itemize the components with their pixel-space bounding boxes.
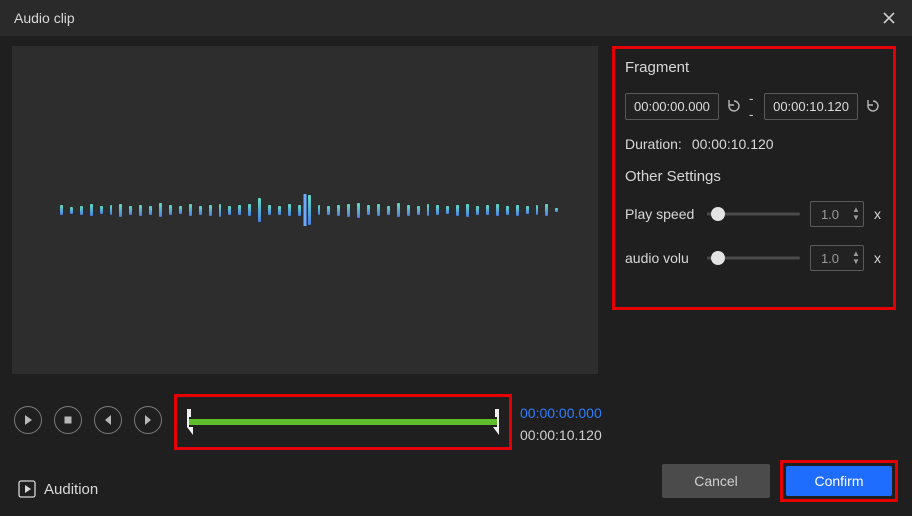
fragment-end-reset-button[interactable]: [865, 97, 881, 115]
time-readouts: 00:00:00.000 00:00:10.120: [520, 402, 602, 446]
other-settings-heading: Other Settings: [625, 168, 881, 185]
dialog-body: Fragment 00:00:00.000 -- 00:00:10.120 Du…: [0, 36, 912, 516]
stepper-icon[interactable]: ▲▼: [849, 250, 863, 266]
confirm-label: Confirm: [814, 473, 863, 489]
audio-volume-slider[interactable]: [707, 250, 800, 266]
duration-label: Duration:: [625, 136, 682, 152]
audio-volume-label: audio volu: [625, 250, 697, 266]
fragment-end-value: 00:00:10.120: [773, 99, 849, 114]
step-back-icon: [102, 414, 114, 426]
total-time: 00:00:10.120: [520, 424, 602, 446]
audio-volume-value: 1.0: [811, 251, 849, 266]
dialog-buttons: Cancel Confirm: [662, 460, 898, 502]
close-icon: [881, 10, 897, 26]
fragment-start-value: 00:00:00.000: [634, 99, 710, 114]
audition-button[interactable]: Audition: [18, 480, 98, 498]
stop-button[interactable]: [54, 406, 82, 434]
audition-label: Audition: [44, 481, 98, 498]
fragment-start-field[interactable]: 00:00:00.000: [625, 93, 719, 120]
fragment-range-row: 00:00:00.000 -- 00:00:10.120: [625, 90, 881, 122]
trim-handle-end[interactable]: [493, 409, 503, 435]
play-speed-slider[interactable]: [707, 206, 800, 222]
play-speed-row: Play speed 1.0 ▲▼ x: [625, 201, 881, 227]
handle-left-icon: [183, 409, 193, 435]
step-back-button[interactable]: [94, 406, 122, 434]
refresh-icon: [865, 98, 881, 114]
audio-volume-suffix: x: [874, 250, 881, 266]
confirm-highlight: Confirm: [780, 460, 898, 502]
waveform-bars: [60, 46, 558, 374]
step-forward-button[interactable]: [134, 406, 162, 434]
waveform-panel[interactable]: [12, 46, 598, 374]
audio-volume-row: audio volu 1.0 ▲▼ x: [625, 245, 881, 271]
fragment-start-reset-button[interactable]: [726, 97, 742, 115]
settings-panel: Fragment 00:00:00.000 -- 00:00:10.120 Du…: [612, 46, 896, 310]
audio-volume-input[interactable]: 1.0 ▲▼: [810, 245, 864, 271]
play-speed-value: 1.0: [811, 207, 849, 222]
cancel-label: Cancel: [694, 473, 738, 489]
play-button[interactable]: [14, 406, 42, 434]
stepper-icon[interactable]: ▲▼: [849, 206, 863, 222]
timeline-trim[interactable]: [174, 394, 512, 450]
trim-track: [187, 419, 499, 425]
play-icon: [22, 414, 34, 426]
close-button[interactable]: [880, 9, 898, 27]
fragment-end-field[interactable]: 00:00:10.120: [764, 93, 858, 120]
range-separator: --: [749, 90, 757, 122]
fragment-heading: Fragment: [625, 59, 881, 76]
play-speed-input[interactable]: 1.0 ▲▼: [810, 201, 864, 227]
step-forward-icon: [142, 414, 154, 426]
confirm-button[interactable]: Confirm: [786, 466, 892, 496]
transport-controls: [14, 406, 162, 434]
play-speed-suffix: x: [874, 206, 881, 222]
audition-play-icon: [18, 480, 36, 498]
trim-handle-start[interactable]: [183, 409, 193, 435]
refresh-icon: [726, 98, 742, 114]
title-bar: Audio clip: [0, 0, 912, 36]
current-time: 00:00:00.000: [520, 402, 602, 424]
handle-right-icon: [493, 409, 503, 435]
stop-icon: [62, 414, 74, 426]
waveform-display: [60, 46, 558, 374]
dialog-title: Audio clip: [14, 10, 75, 26]
play-speed-label: Play speed: [625, 206, 697, 222]
cancel-button[interactable]: Cancel: [662, 464, 770, 498]
duration-row: Duration: 00:00:10.120: [625, 136, 881, 152]
waveform-playhead: [304, 194, 307, 226]
duration-value: 00:00:10.120: [692, 136, 774, 152]
